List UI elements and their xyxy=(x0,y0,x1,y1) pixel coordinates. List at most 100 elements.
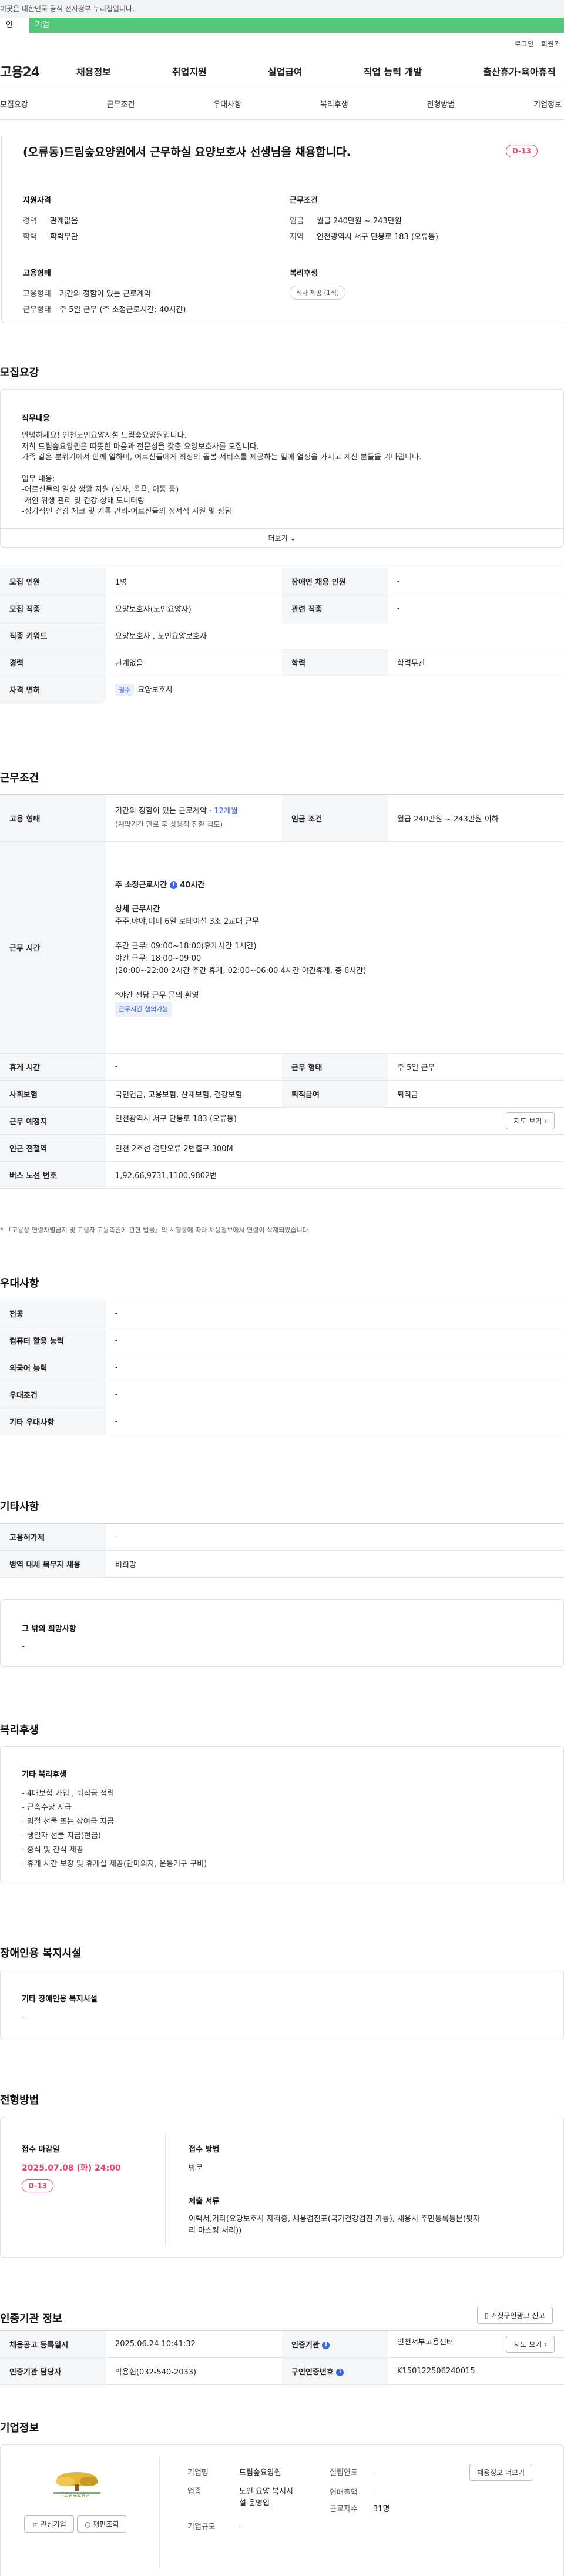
process-dday-badge: D-13 xyxy=(22,2179,53,2192)
row-value: - xyxy=(106,1523,564,1551)
row-value: 국민연금, 고용보험, 산재보험, 건강보험 xyxy=(106,1080,282,1108)
size-value: - xyxy=(239,2523,242,2531)
duty-text: 안녕하세요! 인천노인요양시설 드림숲요양원입니다. 저희 드림숲요양원은 따뜻… xyxy=(22,431,421,518)
gnb-item-support[interactable]: 취업지원 xyxy=(172,64,207,78)
row-label: 버스 노선 번호 xyxy=(0,1161,106,1189)
map-button[interactable]: 지도 보기 › xyxy=(506,1112,555,1129)
row-value: 2025.06.24 10:41:32 xyxy=(106,2330,282,2358)
logo-text: 고용24 xyxy=(0,65,40,80)
row-value: 요양보호사 , 노인요양보호사 xyxy=(106,622,564,649)
row-value: 1명 xyxy=(106,568,282,595)
divider xyxy=(165,2134,166,2245)
more-jobs-button[interactable]: 채용정보 더보기 xyxy=(469,2464,533,2481)
company-logo: 드림숲요양원 xyxy=(42,2468,112,2499)
welfare-list: - 4대보험 가입 , 퇴직금 적립 - 근속수당 지급 - 명절 선물 또는 … xyxy=(22,1787,207,1871)
row-value: - xyxy=(106,1354,564,1381)
duty-line: 가족 같은 분위기에서 함께 일하며, 어르신들에게 최상의 돌봄 서비스를 제… xyxy=(22,453,422,462)
duty-box: 직무내용 안녕하세요! 인천노인요양시설 드림숲요양원입니다. 저희 드림숲요양… xyxy=(0,389,564,548)
tab-individual[interactable]: 인 xyxy=(0,18,29,33)
agency-map-label: 지도 보기 xyxy=(513,2340,542,2349)
duty-line: 업무 내용: xyxy=(22,474,55,484)
gnb-item-leave[interactable]: 출산휴가·육아휴직 xyxy=(483,64,556,78)
site-logo[interactable]: 고용24 xyxy=(0,62,76,80)
row-label: 직종 키워드 xyxy=(0,622,106,649)
row-value: - xyxy=(106,1408,564,1435)
cond-heading: 근무조건 xyxy=(290,196,318,205)
duty-line: 안녕하세요! 인천노인요양시설 드림숲요양원입니다. xyxy=(22,431,187,440)
signup-link[interactable]: 회원가 xyxy=(541,39,560,49)
reputation-button[interactable]: ○ 평판조회 xyxy=(77,2515,127,2533)
tab-company[interactable]: 기업 xyxy=(29,18,106,33)
welfare-box-heading: 기타 복리후생 xyxy=(22,1770,67,1779)
staff-label: 근로자수 xyxy=(330,2505,358,2514)
founded-value: - xyxy=(373,2468,376,2477)
info-icon[interactable]: i xyxy=(169,881,177,889)
gov-notice-bar: 이곳은 대한민국 공식 전자정부 누리집입니다. xyxy=(0,0,564,18)
row-value: 필수 요양보호사 xyxy=(106,676,564,703)
table-row: 휴게 시간 - 근무 형태 주 5일 근무 xyxy=(0,1053,564,1081)
favorite-company-button[interactable]: ☆ 관심기업 xyxy=(24,2515,74,2533)
name-value: 드림숲요양원 xyxy=(239,2468,281,2477)
row-value: - xyxy=(106,1327,564,1354)
etc-table: 고용허가제 - 병역 대체 복무자 채용 비희망 xyxy=(0,1523,564,1578)
emptype-value: 기간의 정함이 있는 근로계약 xyxy=(59,290,151,298)
industry-row: 업종 노인 요양 복지시 설 운영업 xyxy=(187,2486,293,2510)
info-icon[interactable]: i xyxy=(322,2342,330,2349)
table-row: 기타 우대사항 - xyxy=(0,1408,564,1435)
row-label: 관련 직종 xyxy=(282,595,388,622)
list-item: - 근속수당 지급 xyxy=(22,1803,72,1812)
workform-row: 근무형태 주 5일 근무 (주 소정근로시간: 40시간) xyxy=(23,303,186,314)
table-row: 모집 인원 1명 장애인 채용 인원 - xyxy=(0,568,564,595)
anchor-company[interactable]: 기업정보 xyxy=(533,98,562,109)
table-row: 버스 노선 번호 1,92,66,9731,1100,9802번 xyxy=(0,1161,564,1189)
sales-row: 연매출액 - xyxy=(330,2486,376,2497)
row-value: 인천서부고용센터 지도 보기 › xyxy=(388,2330,564,2358)
row-value: 1,92,66,9731,1100,9802번 xyxy=(106,1161,564,1189)
table-row: 고용허가제 - xyxy=(0,1523,564,1551)
row-value: - xyxy=(106,1053,282,1081)
row-label: 고용 형태 xyxy=(0,794,106,842)
row-label: 모집 직종 xyxy=(0,595,106,622)
chevron-right-icon: › xyxy=(544,2340,547,2349)
emptype-row: 고용형태 기간의 정함이 있는 근로계약 xyxy=(23,287,151,298)
etc-heading: 기타사항 xyxy=(0,1501,39,1513)
gnb-item-training[interactable]: 직업 능력 개발 xyxy=(364,64,422,78)
logo-caption: 드림숲요양원 xyxy=(63,2493,90,2498)
gnb-item-jobs[interactable]: 채용정보 xyxy=(76,64,111,78)
row-label: 임금 조건 xyxy=(282,794,388,842)
welfare-summary-heading: 복리후생 xyxy=(290,269,318,278)
anchor-work[interactable]: 근무조건 xyxy=(107,98,135,109)
edu-row: 학력 학력무관 xyxy=(23,230,78,242)
career-label: 경력 xyxy=(23,217,37,226)
section-anchor-nav: 모집요강 근무조건 우대사항 복리후생 전형방법 기업정보 xyxy=(0,88,564,120)
row-value: 요양보호사(노인요양사) xyxy=(106,595,282,622)
report-fake-ad-button[interactable]: ▯ 거짓구인광고 신고 xyxy=(477,2307,553,2324)
info-icon[interactable]: i xyxy=(336,2369,344,2376)
more-button[interactable]: 더보기 ⌄ xyxy=(1,528,563,548)
anchor-recruit[interactable]: 모집요강 xyxy=(0,98,28,109)
duty-line: -정기적인 건강 체크 및 기록 관리-어르신들의 정서적 지원 및 상담 xyxy=(22,507,232,516)
address-value: 인천광역시 서구 단봉로 183 (오류동) xyxy=(115,1115,237,1123)
login-link[interactable]: 로그인 xyxy=(515,39,534,49)
table-row: 자격 면허 필수 요양보호사 xyxy=(0,676,564,703)
company-size-row: 기업규모 - xyxy=(187,2520,242,2531)
edu-label: 학력 xyxy=(23,233,37,242)
agency-map-button[interactable]: 지도 보기 › xyxy=(506,2336,555,2353)
gnb-item-unemployment[interactable]: 실업급여 xyxy=(268,64,303,78)
anchor-pref[interactable]: 우대사항 xyxy=(213,98,241,109)
other-wish-value: - xyxy=(22,1642,25,1651)
anchor-process[interactable]: 전형방법 xyxy=(427,98,455,109)
anchor-welfare[interactable]: 복리후생 xyxy=(320,98,348,109)
detail-line: (20:00~22:00 2시간 주간 휴게, 02:00~06:00 4시간 … xyxy=(115,966,367,975)
sales-label: 연매출액 xyxy=(330,2488,358,2497)
company-box: 드림숲요양원 ☆ 관심기업 ○ 평판조회 기업명 드림숲요양원 업종 노인 요양 복… xyxy=(0,2444,564,2576)
gnb-menu: 채용정보 취업지원 실업급여 직업 능력 개발 출산휴가·육아휴직 xyxy=(76,64,564,78)
docs-value: 이력서,기타(요양보호사 자격증, 채용검진표(국가건강검진 가능), 채용시 … xyxy=(189,2213,541,2237)
process-box: 접수 마감일 2025.07.08 (화) 24:00 D-13 접수 방법 방… xyxy=(0,2117,564,2258)
pref-table: 전공 - 컴퓨터 활용 능력 - 외국어 능력 - 우대조건 - 기타 우대사항 - xyxy=(0,1300,564,1435)
agency-table: 채용공고 등록일시 2025.06.24 10:41:32 인증기관 i 인천서… xyxy=(0,2330,564,2385)
emptype-label: 고용형태 xyxy=(23,290,51,298)
row-label: 모집 인원 xyxy=(0,568,106,595)
disabled-box: 기타 장애인용 복지시설 - xyxy=(0,1970,564,2040)
global-nav: 고용24 채용정보 취업지원 실업급여 직업 능력 개발 출산휴가·육아휴직 xyxy=(0,54,564,88)
